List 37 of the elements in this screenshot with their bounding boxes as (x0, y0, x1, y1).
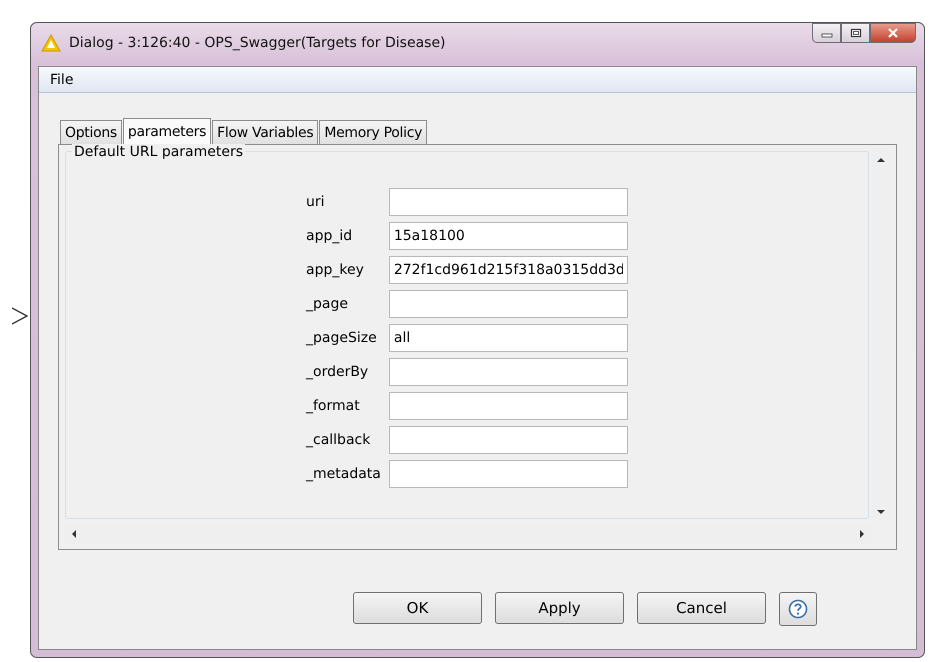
tab[interactable]: parameters (122, 118, 212, 145)
input-field[interactable]: 15a18100 (388, 222, 628, 250)
tab[interactable]: Flow Variables (212, 120, 318, 144)
field-label: _callback (306, 432, 372, 448)
restore-icon (850, 28, 862, 38)
menu-item[interactable]: File (50, 72, 74, 88)
group-title: Default URL parameters (72, 144, 246, 160)
field-label: app_id (306, 228, 354, 244)
field-label: app_key (306, 262, 365, 278)
help-icon (788, 599, 808, 619)
input-field[interactable]: all (388, 324, 628, 352)
field-label: _orderBy (306, 364, 370, 380)
scroll-up-icon[interactable] (876, 157, 886, 163)
maximize-button[interactable] (841, 23, 870, 43)
input-field[interactable] (388, 392, 628, 420)
input-field[interactable] (388, 188, 628, 216)
minimize-button[interactable] (812, 23, 841, 43)
scroll-down-icon[interactable] (876, 509, 886, 515)
input-field[interactable] (388, 460, 628, 488)
field-label: uri (306, 194, 326, 210)
dialog-button[interactable]: Cancel (637, 592, 766, 624)
input-field[interactable] (388, 290, 628, 318)
warning-icon (41, 34, 61, 52)
field-label: _format (306, 398, 361, 414)
tab[interactable]: Memory Policy (319, 120, 428, 144)
input-field[interactable] (388, 426, 628, 454)
help-button[interactable] (779, 592, 817, 626)
field-label: _page (306, 296, 349, 312)
window-title: Dialog - 3:126:40 - OPS_Swagger(Targets for Disease) (69, 35, 446, 51)
field-label: _metadata (306, 466, 381, 482)
close-icon (887, 28, 899, 38)
close-button[interactable] (870, 23, 916, 43)
input-field[interactable] (388, 358, 628, 386)
dialog-button[interactable]: Apply (495, 592, 624, 624)
tab[interactable]: Options (60, 120, 122, 144)
field-label: _pageSize (306, 330, 378, 346)
dialog-button[interactable]: OK (353, 592, 482, 624)
